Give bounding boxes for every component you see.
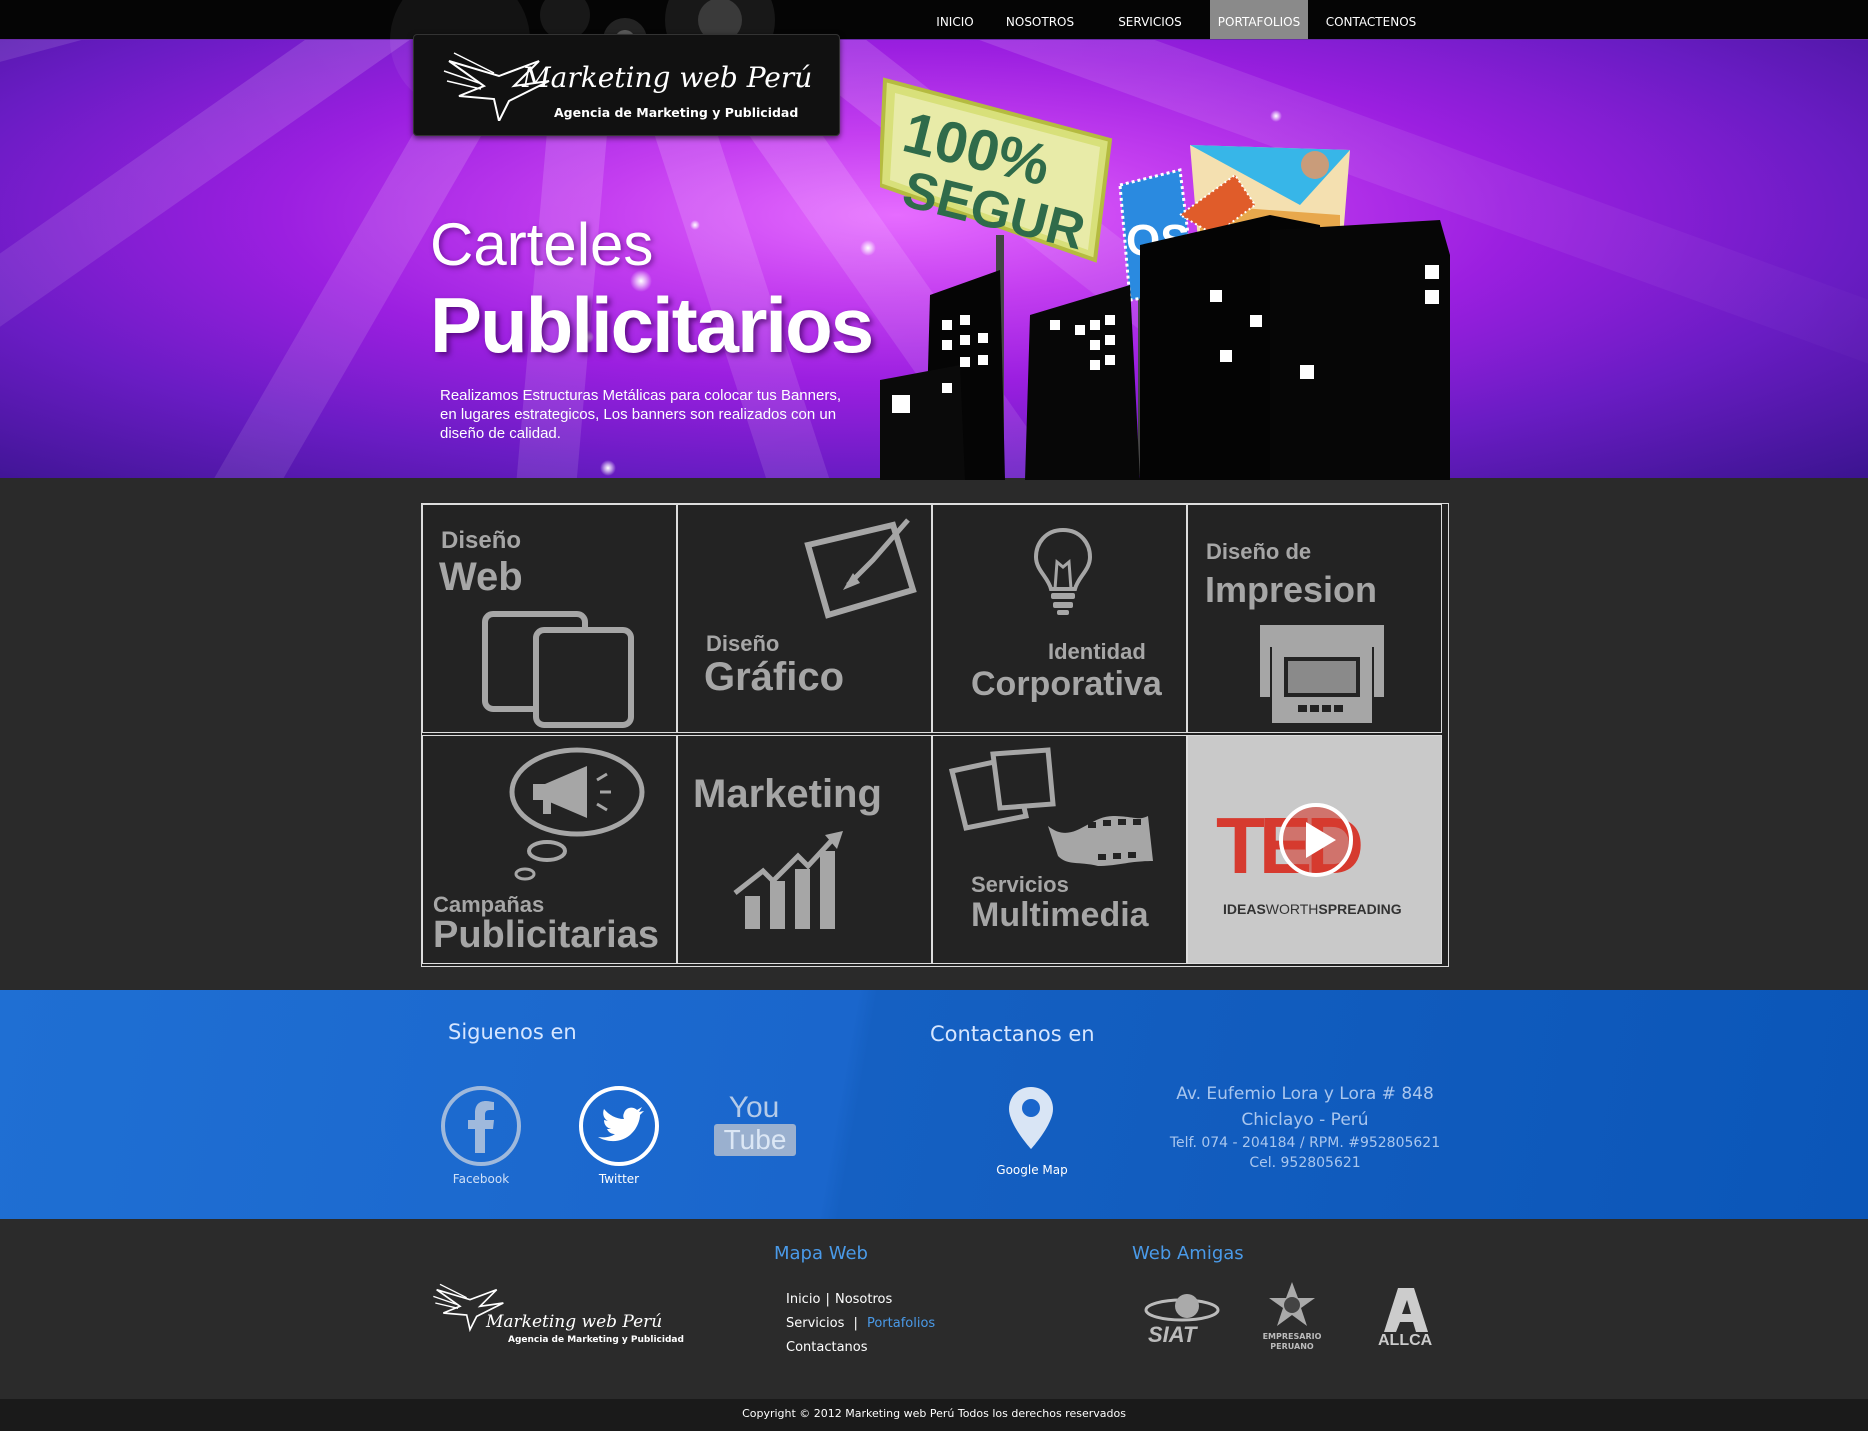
facebook-icon[interactable] <box>440 1085 522 1167</box>
facebook-label[interactable]: Facebook <box>440 1172 522 1186</box>
social-section-title: Siguenos en <box>448 1020 577 1044</box>
service-diseno-web[interactable]: Diseño Web <box>422 504 677 733</box>
nav-item-servicios[interactable]: SERVICIOS <box>1106 0 1194 39</box>
friend-empresario-peruano-logo[interactable]: EMPRESARIO PERUANO <box>1252 1280 1332 1360</box>
friends-title: Web Amigas <box>1132 1243 1244 1264</box>
contact-phone: Telf. 074 - 204184 / RPM. #952805621 <box>1169 1135 1441 1151</box>
nav-item-portafolios[interactable]: PORTAFOLIOS <box>1210 0 1308 39</box>
nav-item-inicio[interactable]: INICIO <box>924 0 986 39</box>
billboard-city-illustration: 100% SEGUR OS <box>880 77 1450 480</box>
youtube-you-text: You <box>728 1091 780 1124</box>
services-grid: Diseño Web Diseño Gráfico Identidad Corp… <box>421 503 1449 967</box>
letter-a-icon <box>1384 1288 1428 1332</box>
sitemap-row-2: Servicios | Portafolios <box>786 1312 935 1331</box>
footer-link-portafolios[interactable]: Portafolios <box>867 1316 935 1331</box>
friend-empresario-text: EMPRESARIO PERUANO <box>1262 1332 1322 1351</box>
service-big-label: Gráfico <box>704 655 845 699</box>
service-big-label: Publicitarias <box>433 914 659 956</box>
service-diseno-impresion[interactable]: Diseño de Impresion <box>1187 504 1442 733</box>
footer-logo[interactable]: Marketing web Perú Agencia de Marketing … <box>430 1268 700 1348</box>
twitter-label[interactable]: Twitter <box>578 1172 660 1186</box>
contact-address: Av. Eufemio Lora y Lora # 848 <box>1176 1084 1434 1104</box>
printer-icon <box>1260 625 1384 723</box>
service-small-label: Identidad <box>1048 639 1146 664</box>
play-icon[interactable] <box>1278 802 1354 878</box>
nav-item-contactenos[interactable]: CONTACTENOS <box>1318 0 1424 39</box>
star-icon <box>1269 1282 1315 1326</box>
service-big-label: Multimedia <box>971 896 1149 934</box>
footer-link-inicio[interactable]: Inicio <box>786 1292 820 1307</box>
footer-link-nosotros[interactable]: Nosotros <box>835 1292 892 1307</box>
contact-cell: Cel. 952805621 <box>1249 1155 1361 1171</box>
service-small-label: Diseño <box>441 527 522 554</box>
friend-siat-text: SIAT <box>1148 1322 1197 1347</box>
service-big-label: Impresion <box>1205 569 1378 610</box>
ted-tagline: IDEASWORTHSPREADING <box>1223 901 1402 917</box>
footer-link-contactanos[interactable]: Contactanos <box>786 1340 868 1355</box>
footer-logo-name: Marketing web Perú <box>486 1312 663 1332</box>
site-logo[interactable]: Marketing web Perú Agencia de Marketing … <box>413 34 840 136</box>
service-diseno-grafico[interactable]: Diseño Gráfico <box>677 504 932 733</box>
youtube-icon[interactable]: You Tube <box>712 1092 796 1156</box>
logo-tagline: Agencia de Marketing y Publicidad <box>554 105 799 120</box>
youtube-tube-text: Tube <box>714 1124 796 1156</box>
friend-allca-logo[interactable]: ALLCA <box>1370 1286 1440 1356</box>
friend-allca-text: ALLCA <box>1378 1332 1433 1349</box>
sitemap-row-3: Contactanos <box>786 1336 868 1355</box>
service-big-label: Marketing <box>693 772 882 816</box>
windows-icon <box>482 611 634 728</box>
service-campanas-publicitarias[interactable]: Campañas Publicitarias <box>422 735 677 964</box>
service-identidad-corporativa[interactable]: Identidad Corporativa <box>932 504 1187 733</box>
nav-item-nosotros[interactable]: NOSOTROS <box>996 0 1084 39</box>
contact-city: Chiclayo - Perú <box>1241 1110 1369 1130</box>
megaphone-bubble-icon <box>509 747 645 881</box>
footer-link-separator: | <box>853 1316 858 1331</box>
service-big-label: Corporativa <box>971 665 1162 703</box>
service-small-label: Diseño de <box>1206 539 1312 564</box>
footer-link-servicios[interactable]: Servicios <box>786 1316 844 1331</box>
hero-title-line1: Carteles <box>430 211 654 278</box>
footer-logo-tagline: Agencia de Marketing y Publicidad <box>508 1335 684 1345</box>
google-map-link[interactable]: Google Map <box>982 1163 1082 1177</box>
footer <box>0 1219 1868 1399</box>
service-marketing[interactable]: Marketing <box>677 735 932 964</box>
sitemap-title: Mapa Web <box>774 1243 868 1264</box>
service-small-label: Servicios <box>971 872 1069 897</box>
friend-siat-logo[interactable]: SIAT <box>1142 1288 1222 1348</box>
service-small-label: Diseño <box>706 631 780 656</box>
hero-title-line2: Publicitarios <box>430 281 874 369</box>
logo-name: Marketing web Perú <box>522 61 813 94</box>
service-big-label: Web <box>439 555 523 599</box>
twitter-icon[interactable] <box>578 1085 660 1167</box>
footer-link-separator: | <box>825 1292 830 1307</box>
service-servicios-multimedia[interactable]: Servicios Multimedia <box>932 735 1187 964</box>
paint-canvas-icon <box>804 518 917 619</box>
copyright-text: Copyright © 2012 Marketing web Perú Todo… <box>0 1399 1868 1431</box>
sitemap-row-1: Inicio | Nosotros <box>786 1288 892 1307</box>
hero-description: Realizamos Estructuras Metálicas para co… <box>440 387 842 442</box>
photos-filmstrip-icon <box>948 747 1153 866</box>
ted-video-thumbnail[interactable]: TED IDEASWORTHSPREADING <box>1187 735 1442 964</box>
contact-section-title: Contactanos en <box>930 1022 1095 1046</box>
bar-chart-growth-icon <box>733 831 843 929</box>
map-pin-icon[interactable] <box>1007 1085 1055 1151</box>
lightbulb-icon <box>1033 527 1093 615</box>
